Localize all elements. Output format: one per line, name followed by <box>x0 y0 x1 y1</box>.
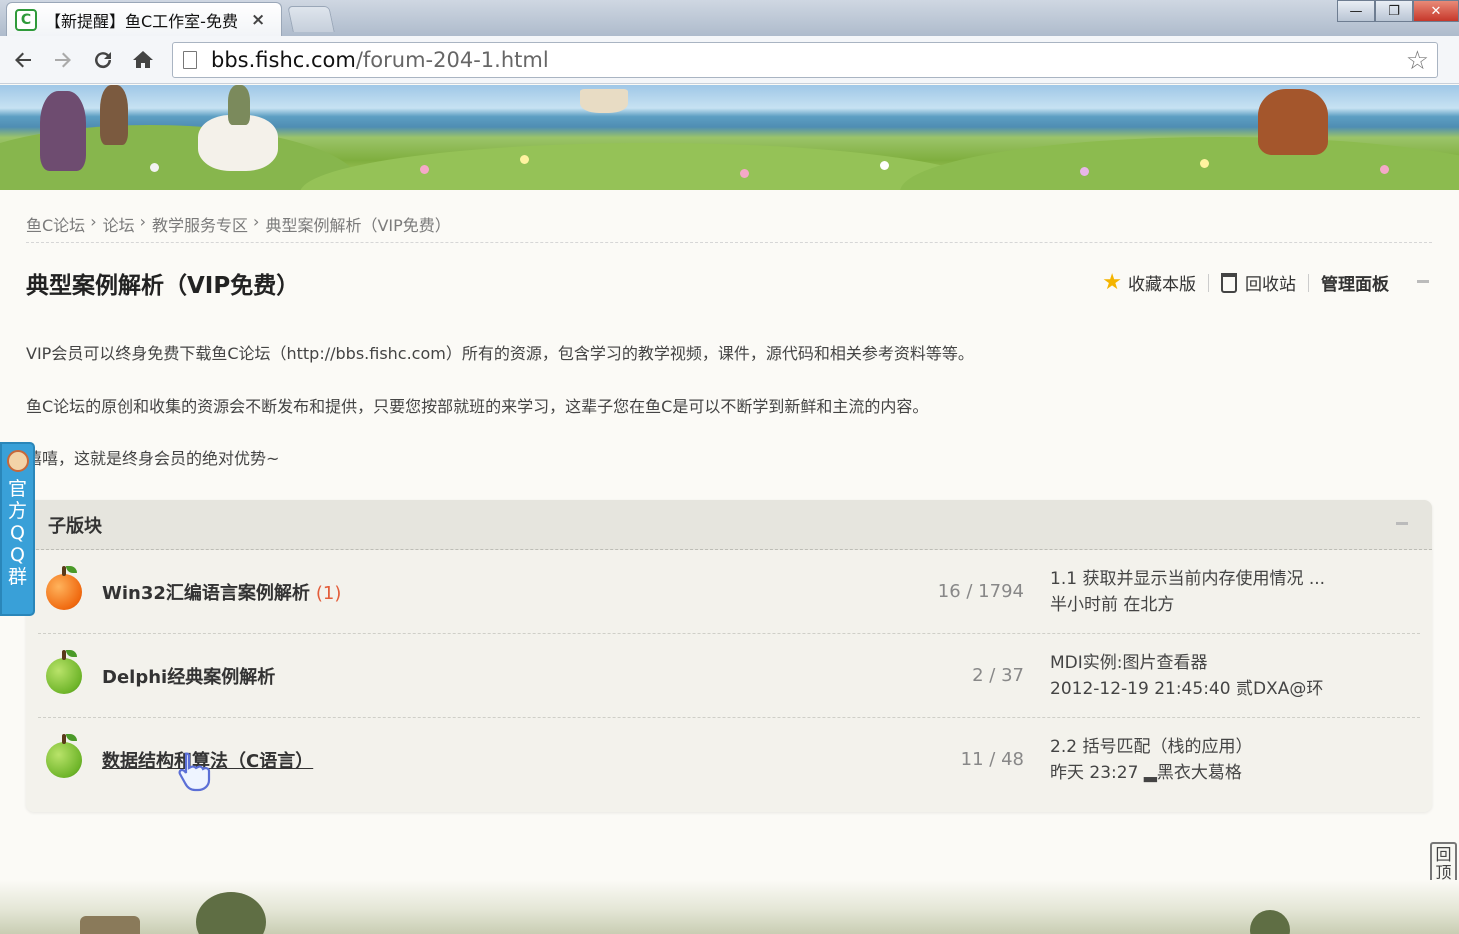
collapse-icon[interactable] <box>1396 522 1408 525</box>
browser-tab-bar: C 【新提醒】鱼C工作室-免费 × — ❐ ✕ <box>0 0 1459 36</box>
forum-actions: ★ 收藏本版 回收站 管理面板 <box>1102 270 1389 295</box>
forum-title: 典型案例解析（VIP免费） <box>26 273 300 299</box>
favicon-icon: C <box>15 8 37 31</box>
address-bar[interactable]: bbs.fishc.com/forum-204-1.html ☆ <box>172 42 1438 78</box>
subforum-header-title: 子版块 <box>48 515 102 537</box>
url-text[interactable]: bbs.fishc.com/forum-204-1.html <box>211 48 549 72</box>
breadcrumb-item[interactable]: 论坛 <box>103 212 135 236</box>
last-post-meta[interactable]: 半小时前 在北方 <box>1050 592 1325 618</box>
last-post-meta[interactable]: 2012-12-19 21:45:40 贰DXA@环 <box>1050 676 1323 702</box>
official-qq-group-tab[interactable]: 官方QQ群 <box>0 442 35 616</box>
subforum-link[interactable]: Delphi经典案例解析 <box>102 663 862 689</box>
browser-tab[interactable]: C 【新提醒】鱼C工作室-免费 × <box>6 2 282 36</box>
reload-icon[interactable] <box>86 43 120 77</box>
qq-avatar-icon <box>6 450 29 472</box>
favorite-label: 收藏本版 <box>1128 275 1196 295</box>
last-post-title[interactable]: 2.2 括号匹配（栈的应用） <box>1050 734 1252 760</box>
home-icon[interactable] <box>126 43 160 77</box>
subforum-header: 子版块 <box>26 500 1432 550</box>
orange-fruit-icon <box>46 565 82 610</box>
star-icon: ★ <box>1102 270 1122 295</box>
forum-banner <box>0 85 1459 190</box>
new-post-count: (1) <box>315 582 342 604</box>
breadcrumb-separator: › <box>139 212 147 231</box>
tab-title: 【新提醒】鱼C工作室-免费 <box>45 11 238 31</box>
new-tab-button[interactable] <box>287 6 335 32</box>
restore-button[interactable]: ❐ <box>1375 0 1413 22</box>
last-post: MDI实例:图片查看器 2012-12-19 21:45:40 贰DXA@环 <box>1050 650 1323 702</box>
action-separator <box>1208 273 1209 292</box>
last-post-title[interactable]: 1.1 获取并显示当前内存使用情况 ... <box>1050 566 1325 592</box>
forward-arrow-icon[interactable] <box>46 43 80 77</box>
thread-post-count: 16 / 1794 <box>937 581 1024 602</box>
subforum-table: 子版块 Win32汇编语言案例解析 (1) 16 / 1794 1.1 获取并显示… <box>26 500 1432 812</box>
thread-post-count: 11 / 48 <box>960 749 1024 770</box>
bookmark-star-icon[interactable]: ☆ <box>1406 46 1429 76</box>
manage-label: 管理面板 <box>1321 275 1389 295</box>
page-icon <box>183 51 197 69</box>
green-apple-icon <box>46 733 82 778</box>
recycle-bin-button[interactable]: 回收站 <box>1221 270 1296 295</box>
minimize-button[interactable]: — <box>1337 0 1375 22</box>
subforum-link[interactable]: Win32汇编语言案例解析 (1) <box>102 579 862 605</box>
back-arrow-icon[interactable] <box>6 43 40 77</box>
last-post-title[interactable]: MDI实例:图片查看器 <box>1050 650 1323 676</box>
last-post-meta[interactable]: 昨天 23:27 ▂黑衣大葛格 <box>1050 760 1252 786</box>
last-post: 2.2 括号匹配（栈的应用） 昨天 23:27 ▂黑衣大葛格 <box>1050 734 1252 786</box>
subforum-row: Delphi经典案例解析 2 / 37 MDI实例:图片查看器 2012-12-… <box>38 634 1420 717</box>
green-apple-icon <box>46 649 82 694</box>
breadcrumb-divider <box>26 242 1432 243</box>
tab-close-icon[interactable]: × <box>251 10 265 30</box>
forum-description-line: VIP会员可以终身免费下载鱼C论坛（http://bbs.fishc.com）所… <box>26 344 974 363</box>
forum-description-line: 嘻嘻，这就是终身会员的绝对优势~ <box>26 449 280 468</box>
breadcrumb-item[interactable]: 鱼C论坛 <box>26 212 85 236</box>
subforum-link[interactable]: 数据结构和算法（C语言） <box>102 747 862 773</box>
breadcrumb-item[interactable]: 典型案例解析（VIP免费） <box>265 212 450 236</box>
trash-icon <box>1221 272 1237 293</box>
thread-post-count: 2 / 37 <box>972 665 1024 686</box>
breadcrumb: 鱼C论坛 › 论坛 › 教学服务专区 › 典型案例解析（VIP免费） <box>26 212 451 236</box>
footer-scenery <box>0 880 1459 934</box>
hand-cursor-icon <box>178 752 211 792</box>
favorite-forum-button[interactable]: ★ 收藏本版 <box>1102 270 1196 295</box>
collapse-icon[interactable] <box>1417 280 1429 283</box>
subforum-row: Win32汇编语言案例解析 (1) 16 / 1794 1.1 获取并显示当前内存… <box>38 550 1420 633</box>
window-controls: — ❐ ✕ <box>1337 0 1459 22</box>
close-window-button[interactable]: ✕ <box>1413 0 1459 22</box>
subforum-row: 数据结构和算法（C语言） 11 / 48 2.2 括号匹配（栈的应用） 昨天 2… <box>38 718 1420 801</box>
breadcrumb-separator: › <box>253 212 260 231</box>
action-separator <box>1308 273 1309 292</box>
last-post: 1.1 获取并显示当前内存使用情况 ... 半小时前 在北方 <box>1050 566 1325 618</box>
recycle-label: 回收站 <box>1245 275 1296 295</box>
breadcrumb-separator: › <box>90 212 97 231</box>
breadcrumb-item[interactable]: 教学服务专区 <box>152 212 248 236</box>
forum-description-line: 鱼C论坛的原创和收集的资源会不断发布和提供，只要您按部就班的来学习，这辈子您在鱼… <box>26 397 929 416</box>
qq-group-label: 官方QQ群 <box>7 478 27 588</box>
browser-toolbar: bbs.fishc.com/forum-204-1.html ☆ <box>0 36 1459 84</box>
manage-panel-button[interactable]: 管理面板 <box>1321 270 1389 295</box>
